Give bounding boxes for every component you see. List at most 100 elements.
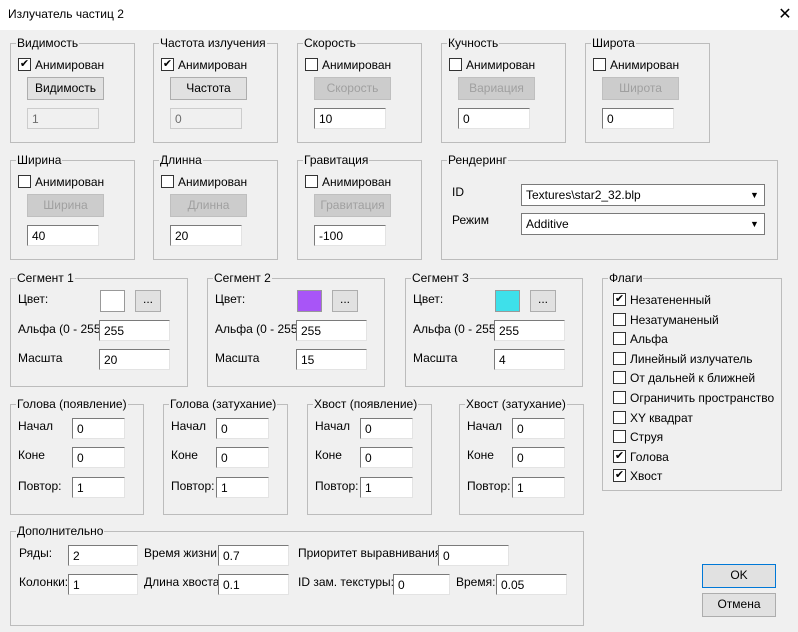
animated-checkbox[interactable] [305,175,318,188]
priority-input[interactable]: 0 [438,545,509,566]
time-input[interactable]: 0.05 [496,574,567,595]
tail-length-input[interactable]: 0.1 [218,574,289,595]
close-icon[interactable]: ✕ [776,4,794,24]
animated-checkbox[interactable] [161,175,174,188]
animated-checkbox[interactable] [18,175,31,188]
param-value-input[interactable]: -100 [314,225,386,246]
param-value-input[interactable]: 1 [27,108,99,129]
alpha-input[interactable]: 255 [296,320,367,341]
animated-label: Анимирован [322,175,392,189]
alpha-input[interactable]: 255 [494,320,565,341]
checkmark-icon: ✔ [162,58,173,70]
param-button[interactable]: Широта [602,77,679,100]
param-button[interactable]: Скорость [314,77,391,100]
flag-checkbox[interactable] [613,391,626,404]
id-label: ID [452,185,464,199]
flag-label: Незатененный [630,293,711,307]
animated-checkbox[interactable] [449,58,462,71]
param-value-input[interactable]: 0 [458,108,530,129]
param-value-input[interactable]: 20 [170,225,242,246]
repeat-input[interactable]: 1 [216,477,269,498]
uv-group: Голова (появление) Начал 0 Коне 0 Повтор: 1 [10,397,144,515]
checkmark-icon: ✔ [614,293,625,305]
texture-id-select[interactable]: Textures\star2_32.blp ▼ [521,184,765,206]
color-swatch[interactable] [297,290,322,312]
mode-select[interactable]: Additive ▼ [521,213,765,235]
color-swatch[interactable] [100,290,125,312]
repeat-input[interactable]: 1 [72,477,125,498]
end-label: Коне [315,448,342,462]
color-swatch[interactable] [495,290,520,312]
repeat-input[interactable]: 1 [360,477,413,498]
flags-title: Флаги [608,271,644,285]
color-picker-button[interactable]: ... [135,290,161,312]
flag-label: Альфа [630,332,668,347]
animated-label: Анимирован [322,58,392,72]
param-button[interactable]: Длинна [170,194,247,217]
animated-checkbox[interactable]: ✔ [18,58,31,71]
param-group: Кучность Анимирован Вариация 0 [441,36,566,143]
scale-input[interactable]: 4 [494,349,565,370]
param-button[interactable]: Частота [170,77,247,100]
lifetime-input[interactable]: 0.7 [218,545,289,566]
repeat-input[interactable]: 1 [512,477,565,498]
flag-checkbox[interactable] [613,430,626,444]
flag-checkbox[interactable] [613,312,626,326]
param-button[interactable]: Вариация [458,77,535,100]
param-group: Скорость Анимирован Скорость 10 [297,36,422,143]
param-button[interactable]: Ширина [27,194,104,217]
flag-label: Линейный излучатель [630,351,753,366]
flag-label: Струя [630,430,664,445]
segment-title: Сегмент 2 [213,271,272,285]
alpha-input[interactable]: 255 [99,320,170,341]
end-label: Коне [467,448,494,462]
animated-checkbox[interactable]: ✔ [161,58,174,71]
animated-checkbox[interactable] [593,58,606,71]
flag-checkbox[interactable]: ✔ [613,449,626,463]
scale-input[interactable]: 20 [99,349,170,370]
flag-label: Незатуманеный [630,312,719,327]
flag-checkbox[interactable] [613,332,626,346]
animated-checkbox[interactable] [305,58,318,71]
flag-checkbox[interactable]: ✔ [613,293,626,306]
start-label: Начал [467,419,503,433]
param-value-input[interactable]: 10 [314,108,386,129]
scale-input[interactable]: 15 [296,349,367,370]
texture-id-input[interactable]: 0 [393,574,450,595]
end-input[interactable]: 0 [360,447,413,468]
title-bar: Излучатель частиц 2 ✕ [0,0,798,30]
cancel-button[interactable]: Отмена [702,593,776,617]
flag-checkbox[interactable] [613,351,626,365]
param-group: Широта Анимирован Широта 0 [585,36,710,143]
param-value-input[interactable]: 0 [170,108,242,129]
param-button[interactable]: Видимость [27,77,104,100]
flag-checkbox[interactable]: ✔ [613,469,626,483]
cols-input[interactable]: 1 [68,574,138,595]
rows-input[interactable]: 2 [68,545,138,566]
flag-checkbox[interactable] [613,371,626,385]
flag-checkbox[interactable] [613,410,626,424]
lifetime-label: Время жизни: [144,546,221,560]
window-title: Излучатель частиц 2 [8,7,124,21]
color-picker-button[interactable]: ... [332,290,358,312]
flags-group: Флаги ✔ Незатененный Незатуманеный Альфа Лине… [602,271,782,491]
rows-label: Ряды: [19,546,53,560]
alpha-label: Альфа (0 - 255) [215,322,302,336]
ok-button[interactable]: OK [702,564,776,588]
color-picker-button[interactable]: ... [530,290,556,312]
color-label: Цвет: [18,292,49,306]
param-value-input[interactable]: 0 [602,108,674,129]
end-input[interactable]: 0 [72,447,125,468]
group-title: Частота излучения [159,36,267,50]
param-value-input[interactable]: 40 [27,225,99,246]
end-input[interactable]: 0 [512,447,565,468]
start-input[interactable]: 0 [512,418,565,439]
param-button[interactable]: Гравитация [314,194,391,217]
start-input[interactable]: 0 [216,418,269,439]
end-input[interactable]: 0 [216,447,269,468]
start-input[interactable]: 0 [360,418,413,439]
flag-label: Хвост [630,469,663,484]
animated-label: Анимирован [35,175,105,189]
start-input[interactable]: 0 [72,418,125,439]
mode-value: Additive [526,217,569,231]
